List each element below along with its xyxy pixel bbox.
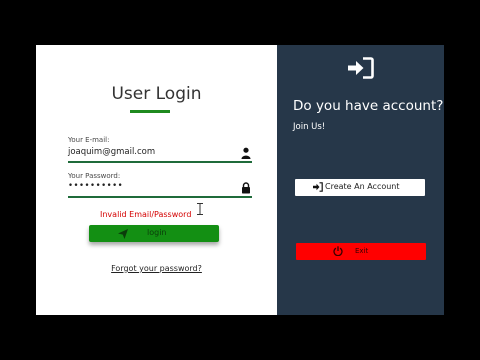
power-icon <box>333 246 343 256</box>
error-message: Invalid Email/Password <box>100 210 192 219</box>
email-label: Your E-mail: <box>68 136 110 144</box>
login-panel: User Login Your E-mail: joaquim@gmail.co… <box>36 45 277 315</box>
account-title: Do you have account? <box>293 98 444 114</box>
login-window: User Login Your E-mail: joaquim@gmail.co… <box>36 45 444 315</box>
forgot-password-link[interactable]: Forgot your password? <box>36 264 277 273</box>
login-button-label: login <box>147 228 167 237</box>
account-panel: Do you have account? Join Us! Create An … <box>277 45 444 315</box>
sign-in-icon <box>348 57 374 79</box>
account-subtitle: Join Us! <box>293 122 326 132</box>
paper-plane-icon <box>118 229 128 239</box>
page-title: User Login <box>111 84 202 104</box>
create-account-button[interactable]: Create An Account <box>295 179 425 196</box>
lock-icon <box>242 182 250 194</box>
password-field[interactable]: •••••••••• <box>68 180 252 198</box>
email-value: joaquim@gmail.com <box>68 147 156 157</box>
email-field[interactable]: joaquim@gmail.com <box>68 145 252 163</box>
login-button[interactable]: login <box>89 225 219 242</box>
text-cursor-icon <box>197 203 203 215</box>
title-underline <box>130 110 170 113</box>
exit-button[interactable]: Exit <box>296 243 426 260</box>
password-value: •••••••••• <box>68 181 124 191</box>
password-label: Your Password: <box>68 172 121 180</box>
sign-in-icon <box>313 182 323 192</box>
exit-button-label: Exit <box>355 247 369 255</box>
user-icon <box>241 147 251 159</box>
create-account-label: Create An Account <box>325 182 400 191</box>
